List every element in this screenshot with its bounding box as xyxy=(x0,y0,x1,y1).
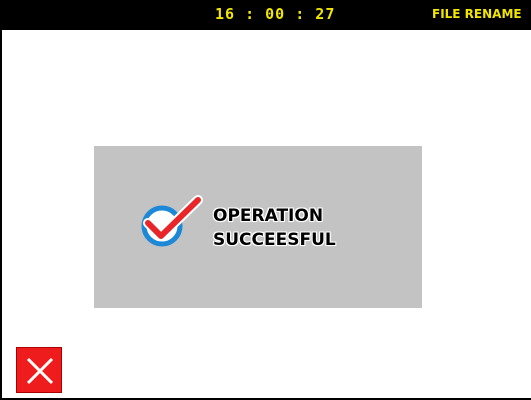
message-line-1: OPERATION xyxy=(213,206,324,226)
close-icon xyxy=(26,357,54,385)
checkmark-circle-icon xyxy=(138,194,204,250)
hmi-screen: 16 : 00 : 27 FILE RENAME OPERATION SUCCE… xyxy=(0,0,531,400)
success-dialog: OPERATION SUCCEESFUL xyxy=(94,146,422,308)
screen-title: FILE RENAME xyxy=(432,7,522,21)
status-message: OPERATION SUCCEESFUL xyxy=(213,204,336,252)
message-line-2: SUCCEESFUL xyxy=(213,230,336,250)
clock-display: 16 : 00 : 27 xyxy=(215,5,336,23)
status-bar: 16 : 00 : 27 FILE RENAME xyxy=(2,0,531,30)
close-button[interactable] xyxy=(16,347,62,393)
